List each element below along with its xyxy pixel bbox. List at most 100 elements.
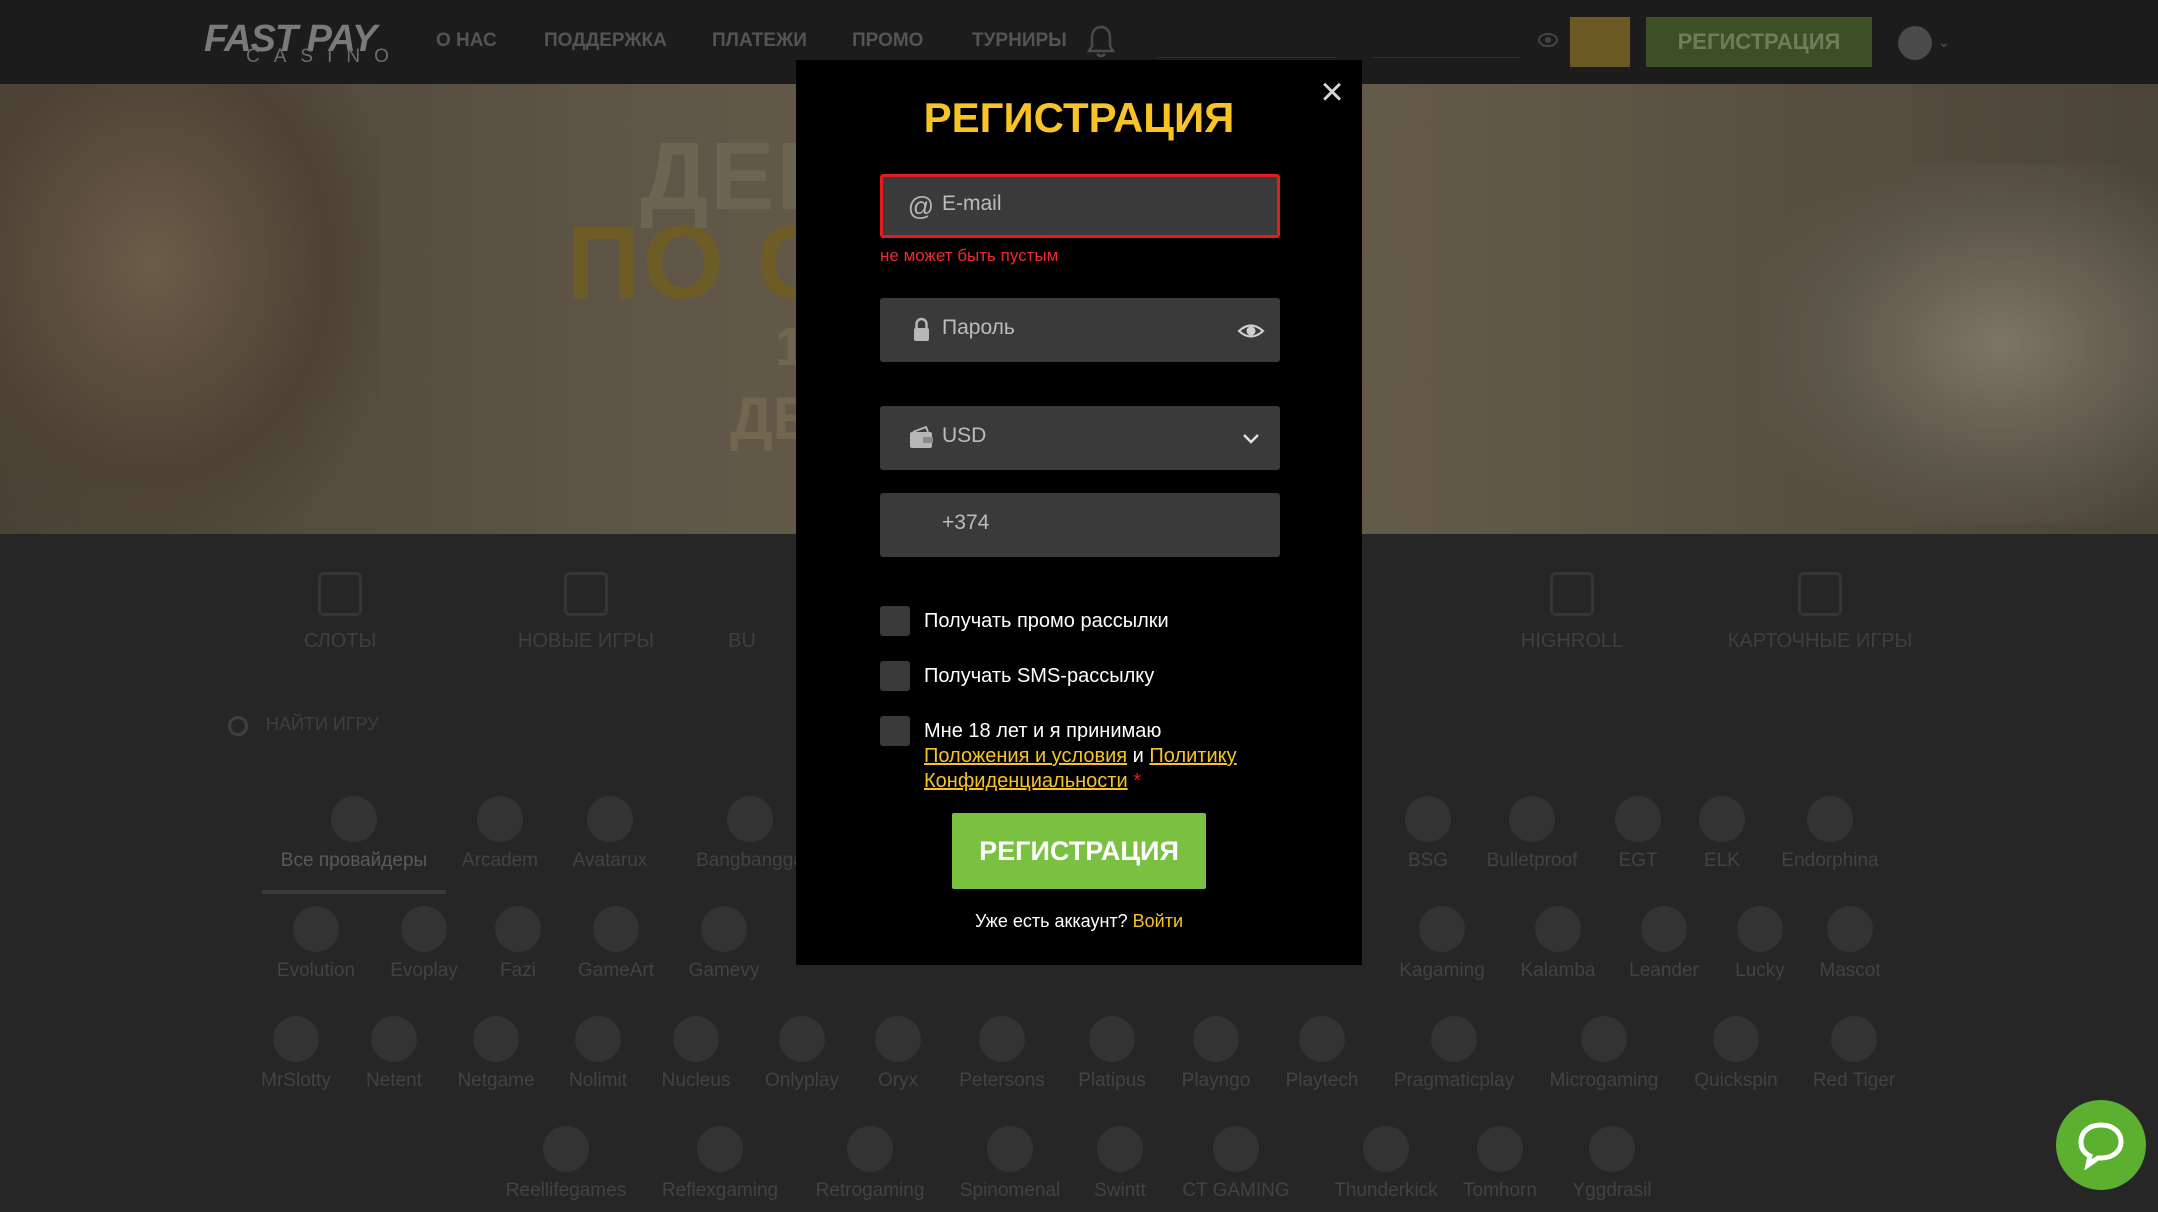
provider-icon [1405,796,1451,842]
category-label: КАРТОЧНЫЕ ИГРЫ [1727,630,1913,652]
provider-item[interactable]: Avatarux [550,796,670,872]
have-account-label: Уже есть аккаунт? [974,911,1128,931]
sms-checkbox[interactable] [880,661,910,691]
provider-icon [293,906,339,952]
category-bu[interactable]: BU [682,572,802,653]
page-root: { "header": { "logo_top": "FAST PAY", "l… [0,0,2158,1212]
provider-label: Thunderkick [1334,1180,1438,1201]
hero-coins-image [1760,164,2158,524]
provider-item[interactable]: Thunderkick [1316,1126,1456,1202]
login-button[interactable] [1570,17,1630,67]
logo[interactable]: FAST PAY CASINO [204,18,394,68]
provider-icon [1097,1126,1143,1172]
provider-item[interactable]: Petersons [942,1016,1062,1092]
provider-item[interactable]: Kagaming [1382,906,1502,982]
provider-icon [273,1016,319,1062]
provider-icon [1363,1126,1409,1172]
provider-item[interactable]: Yggdrasil [1552,1126,1672,1202]
password-field[interactable]: Пароль [880,298,1280,362]
provider-item[interactable]: Evolution [256,906,376,982]
provider-item[interactable]: Gamevy [664,906,784,982]
provider-label: Kagaming [1399,960,1485,981]
provider-label: Kalamba [1520,960,1596,981]
provider-item[interactable]: Red Tiger [1794,1016,1914,1092]
provider-label: Red Tiger [1812,1070,1896,1091]
provider-icon [1699,796,1745,842]
category-highroll[interactable]: HIGHROLL [1472,572,1672,653]
lock-icon [914,317,929,341]
eye-icon[interactable] [1538,32,1558,48]
currency-select[interactable]: USD [880,406,1280,470]
provider-item[interactable]: Swintt [1060,1126,1180,1202]
provider-item[interactable]: Microgaming [1534,1016,1674,1092]
provider-label: Retrogaming [815,1180,925,1201]
privacy-policy-link-cont[interactable]: Конфиденциальности [924,770,1128,792]
header-password-field[interactable] [1370,28,1520,58]
nav-tournaments[interactable]: ТУРНИРЫ [972,30,1067,52]
provider-item[interactable]: Bulletproof [1472,796,1592,872]
provider-label: Swintt [1094,1180,1146,1201]
promo-checkbox[interactable] [880,606,910,636]
terms-link[interactable]: Положения и условия [924,745,1127,767]
login-link[interactable]: Войти [1133,911,1183,931]
provider-icon [495,906,541,952]
active-provider-underline [262,890,446,894]
provider-item[interactable]: Playtech [1262,1016,1382,1092]
provider-item[interactable]: Oryx [838,1016,958,1092]
provider-icon [1431,1016,1477,1062]
chat-button[interactable] [2056,1100,2146,1190]
header-login-field[interactable] [1156,28,1336,58]
provider-item[interactable]: Quickspin [1676,1016,1796,1092]
provider-item[interactable]: Kalamba [1498,906,1618,982]
provider-item[interactable]: Playngo [1156,1016,1276,1092]
privacy-policy-link[interactable]: Политику [1149,745,1236,767]
category-new-games[interactable]: НОВЫЕ ИГРЫ [486,572,686,653]
provider-item[interactable]: BSG [1368,796,1488,872]
provider-item[interactable]: Mascot [1790,906,1910,982]
provider-item[interactable]: Tomhorn [1440,1126,1560,1202]
chevron-down-icon [1243,434,1259,444]
provider-item[interactable]: Spinomenal [950,1126,1070,1202]
nav-promo[interactable]: ПРОМО [852,30,923,52]
provider-all[interactable]: Все провайдеры [262,796,446,872]
provider-icon [477,796,523,842]
nav-support[interactable]: ПОДДЕРЖКА [544,30,667,52]
provider-item[interactable]: ELK [1662,796,1782,872]
provider-icon [575,1016,621,1062]
language-flag-icon[interactable] [1898,26,1932,60]
category-slots[interactable]: СЛОТЫ [240,572,440,653]
phone-field[interactable]: +374 [880,493,1280,557]
provider-item[interactable]: Retrogaming [800,1126,940,1202]
provider-item[interactable]: Nucleus [636,1016,756,1092]
provider-label: Arcadem [461,850,539,871]
provider-label: Все провайдеры [280,850,428,871]
header-register-button[interactable]: РЕГИСТРАЦИЯ [1646,17,1872,67]
have-account-text: Уже есть аккаунт? Войти [796,911,1362,932]
provider-icon [1193,1016,1239,1062]
provider-item[interactable]: Platipus [1052,1016,1172,1092]
provider-item[interactable]: Endorphina [1770,796,1890,872]
provider-icon [1737,906,1783,952]
register-submit-button[interactable]: РЕГИСТРАЦИЯ [952,813,1206,889]
eye-icon[interactable] [1236,316,1266,346]
provider-icon [593,906,639,952]
provider-item[interactable]: GameArt [556,906,676,982]
nav-about[interactable]: О НАС [436,30,497,52]
chevron-down-icon[interactable]: ⌄ [1938,34,1950,51]
nav-payments[interactable]: ПЛАТЕЖИ [712,30,807,52]
provider-icon [1615,796,1661,842]
bell-icon[interactable] [1086,24,1116,60]
category-label: BU [728,630,756,652]
email-field[interactable]: @ E-mail [880,174,1280,238]
provider-icon [587,796,633,842]
logo-text-bottom: CASINO [246,46,403,67]
provider-item[interactable]: Pragmaticplay [1374,1016,1534,1092]
category-card-games[interactable]: КАРТОЧНЫЕ ИГРЫ [1680,572,1960,653]
search-input[interactable]: НАЙТИ ИГРУ [266,714,379,735]
terms-line-1: Положения и условия и Политику [924,745,1237,768]
age-checkbox[interactable] [880,716,910,746]
provider-item[interactable]: CT GAMING [1166,1126,1306,1202]
provider-item[interactable]: Arcadem [440,796,560,872]
provider-item[interactable]: Reflexgaming [650,1126,790,1202]
provider-item[interactable]: Reellifegames [496,1126,636,1202]
